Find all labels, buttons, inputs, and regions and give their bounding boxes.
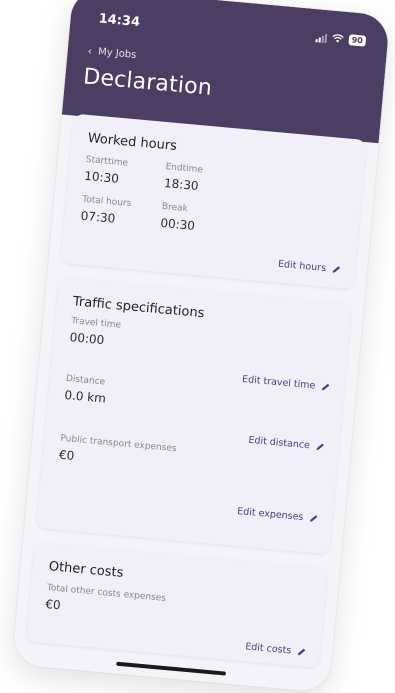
starttime-value: 10:30 xyxy=(83,168,120,186)
pencil-icon xyxy=(315,442,325,452)
edit-costs-button[interactable]: Edit costs xyxy=(245,641,307,657)
status-time: 14:34 xyxy=(98,11,141,31)
total-hours-value: 07:30 xyxy=(80,208,116,226)
endtime-value: 18:30 xyxy=(163,176,200,194)
edit-distance-button[interactable]: Edit distance xyxy=(248,435,325,453)
page-title: Declaration xyxy=(82,64,214,101)
other-costs-title: Other costs xyxy=(48,559,125,581)
edit-travel-time-label: Edit travel time xyxy=(241,373,316,392)
travel-time-value: 00:00 xyxy=(69,330,105,348)
break-value: 00:30 xyxy=(159,215,196,233)
total-hours-label: Total hours xyxy=(81,194,132,210)
other-costs-card: Other costs Total other costs expenses €… xyxy=(25,541,328,669)
stage: 14:34 90 ‹ My Jobs Declaration Worked ho… xyxy=(0,0,395,693)
wifi-icon xyxy=(331,34,344,44)
status-icons: 90 xyxy=(315,31,367,47)
distance-value: 0.0 km xyxy=(63,387,107,406)
public-transport-value: €0 xyxy=(58,447,75,463)
back-button[interactable]: ‹ My Jobs xyxy=(87,45,137,62)
phone-screen: 14:34 90 ‹ My Jobs Declaration Worked ho… xyxy=(11,0,391,693)
pencil-icon xyxy=(332,265,342,275)
pencil-icon xyxy=(321,382,331,392)
travel-time-label: Travel time xyxy=(70,316,122,331)
public-transport-label: Public transport expenses xyxy=(60,433,177,455)
edit-expenses-label: Edit expenses xyxy=(236,506,304,523)
other-costs-total-label: Total other costs expenses xyxy=(46,583,167,604)
edit-costs-label: Edit costs xyxy=(244,641,292,657)
edit-expenses-button[interactable]: Edit expenses xyxy=(237,506,319,524)
endtime-label: Endtime xyxy=(165,162,204,176)
back-label: My Jobs xyxy=(97,46,137,61)
home-indicator[interactable] xyxy=(116,661,227,676)
edit-travel-time-button[interactable]: Edit travel time xyxy=(242,374,331,393)
break-label: Break xyxy=(161,201,189,215)
worked-hours-card: Worked hours Starttime 10:30 Endtime 18:… xyxy=(60,113,367,290)
starttime-label: Starttime xyxy=(85,154,129,169)
edit-hours-button[interactable]: Edit hours xyxy=(278,259,342,276)
edit-distance-label: Edit distance xyxy=(247,434,311,452)
chevron-left-icon: ‹ xyxy=(87,44,93,58)
traffic-card: Traffic specifications Travel time 00:00… xyxy=(36,276,352,555)
worked-hours-title: Worked hours xyxy=(87,130,178,154)
distance-label: Distance xyxy=(65,373,106,388)
battery-badge: 90 xyxy=(348,34,367,47)
other-costs-total-value: €0 xyxy=(44,597,62,613)
pencil-icon xyxy=(297,647,307,657)
pencil-icon xyxy=(309,514,319,524)
edit-hours-label: Edit hours xyxy=(277,258,327,275)
signal-icon xyxy=(315,32,328,43)
